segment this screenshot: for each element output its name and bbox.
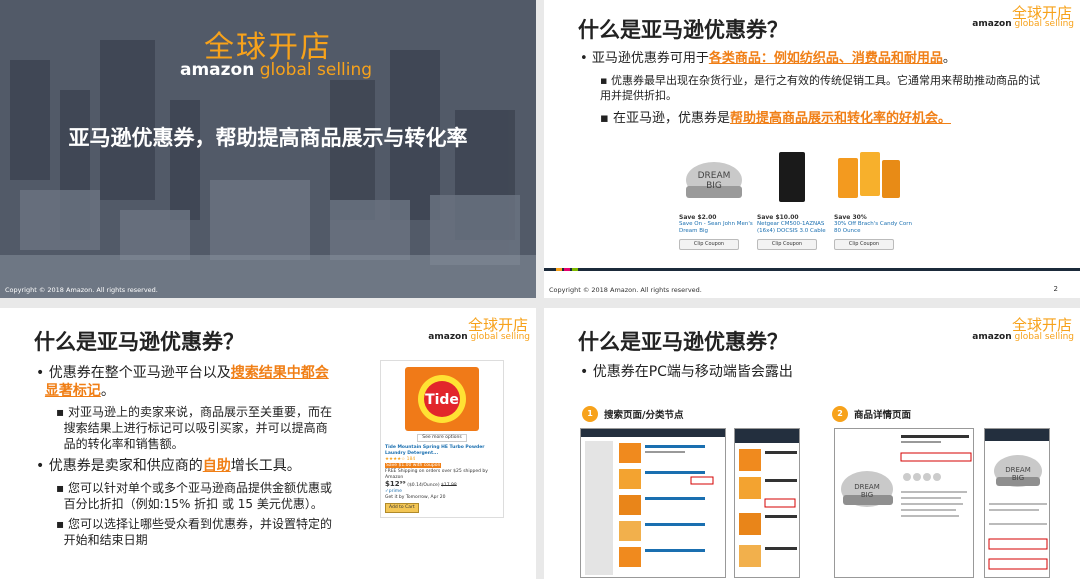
- see-more-options-button[interactable]: See more options: [417, 434, 467, 442]
- svg-text:BIG: BIG: [1012, 474, 1024, 482]
- price: $12⁹⁹ ($0.14/Ounce) $17.98: [385, 480, 457, 489]
- pc-detail-screenshot: DREAM BIG: [834, 428, 974, 578]
- slide-what-is-coupon-2: 全球开店 amazon global selling 什么是亚马逊优惠券？ • …: [0, 308, 536, 579]
- bullet-1: • 优惠券在PC端与移动端皆会露出: [580, 364, 793, 380]
- brand-logo: amazon global selling: [972, 332, 1074, 342]
- color-strip: [544, 268, 1080, 271]
- slide-what-is-coupon-1: 全球开店 amazon global selling 什么是亚马逊优惠券？ • …: [544, 0, 1080, 298]
- product-card-cap: DREAM BIG Save $2.00 Save On - Sean John…: [679, 150, 759, 250]
- svg-text:DREAM: DREAM: [1005, 466, 1031, 474]
- slide-title: 什么是亚马逊优惠券？: [578, 18, 788, 42]
- product-card-modem: Save $10.00 Netgear CM500-1AZNAS (16x4) …: [757, 150, 837, 250]
- brand-logo: amazon global selling: [428, 332, 530, 342]
- svg-text:Tide: Tide: [425, 392, 459, 408]
- bullet-2: • 优惠券是卖家和供应商的自助增长工具。: [36, 458, 301, 474]
- slide-title: 什么是亚马逊优惠券？: [34, 330, 244, 354]
- copyright: Copyright © 2018 Amazon. All rights rese…: [549, 286, 702, 294]
- svg-text:BIG: BIG: [706, 181, 722, 191]
- sub-bullet-2: ▪ 您可以针对单个或多个亚马逊商品提供金额优惠或 百分比折扣（例如:15% 折扣…: [56, 481, 332, 511]
- sub-bullet-3: ▪ 您可以选择让哪些受众看到优惠券，并设置特定的 开始和结束日期: [56, 517, 332, 547]
- page-number: 2: [1053, 285, 1058, 293]
- cap-image: DREAM BIG: [686, 162, 742, 198]
- pc-search-screenshot: [580, 428, 726, 578]
- svg-text:DREAM: DREAM: [854, 483, 880, 491]
- product-card-candy: Save 30% 30% Off Brach's Candy Corn 80 O…: [834, 150, 914, 250]
- slide-title: 什么是亚马逊优惠券？: [578, 330, 788, 354]
- svg-text:BIG: BIG: [861, 491, 873, 499]
- tide-product-card: Tide See more options Tide Mountain Spri…: [380, 360, 504, 518]
- slide-cover: 全球开店 amazon global selling 亚马逊优惠券，帮助提高商品…: [0, 0, 536, 298]
- mobile-detail-screenshot: DREAM BIG: [984, 428, 1050, 578]
- cover-title: 亚马逊优惠券，帮助提高商品展示与转化率: [68, 126, 468, 150]
- clip-coupon-button[interactable]: Clip Coupon: [679, 239, 739, 250]
- svg-text:DREAM: DREAM: [698, 171, 731, 181]
- clip-coupon-button[interactable]: Clip Coupon: [757, 239, 817, 250]
- mobile-search-screenshot: [734, 428, 800, 578]
- clip-coupon-button[interactable]: Clip Coupon: [834, 239, 894, 250]
- bullet-1: • 优惠券在整个亚马逊平台以及搜索结果中都会 显著标记。: [36, 365, 329, 399]
- product-name-link[interactable]: Tide Mountain Spring HE Turbo Powder Lau…: [385, 445, 499, 457]
- sub-bullet-2: ▪ 在亚马逊，优惠券是帮助提高商品展示和转化率的好机会。: [600, 111, 951, 126]
- copyright: Copyright © 2018 Amazon. All rights rese…: [5, 286, 158, 294]
- slide-what-is-coupon-3: 全球开店 amazon global selling 什么是亚马逊优惠券？ • …: [544, 308, 1080, 579]
- delivery-text: Get it by Tomorrow, Apr 20: [385, 495, 446, 500]
- brand-logo: amazon global selling: [972, 19, 1074, 29]
- bullet-1: • 亚马逊优惠券可用于各类商品：例如纺织品、消费品和耐用品。: [580, 51, 956, 66]
- step-1-label: 1 搜索页面/分类节点: [582, 406, 683, 422]
- sub-bullet-1: ▪ 优惠券最早出现在杂货行业，是行之有效的传统促销工具。它通常用来帮助推动商品的…: [600, 74, 1040, 102]
- modem-image: [779, 152, 805, 202]
- sub-bullet-1: ▪ 对亚马逊上的卖家来说，商品展示至关重要，而在 搜索结果上进行标记可以吸引买家…: [56, 405, 332, 451]
- step-2-label: 2 商品详情页面: [832, 406, 911, 422]
- brand-logo: amazon global selling: [180, 60, 373, 80]
- tide-product-image: Tide: [405, 367, 479, 431]
- candy-image: [838, 152, 900, 198]
- add-to-cart-button[interactable]: Add to Cart: [385, 503, 419, 513]
